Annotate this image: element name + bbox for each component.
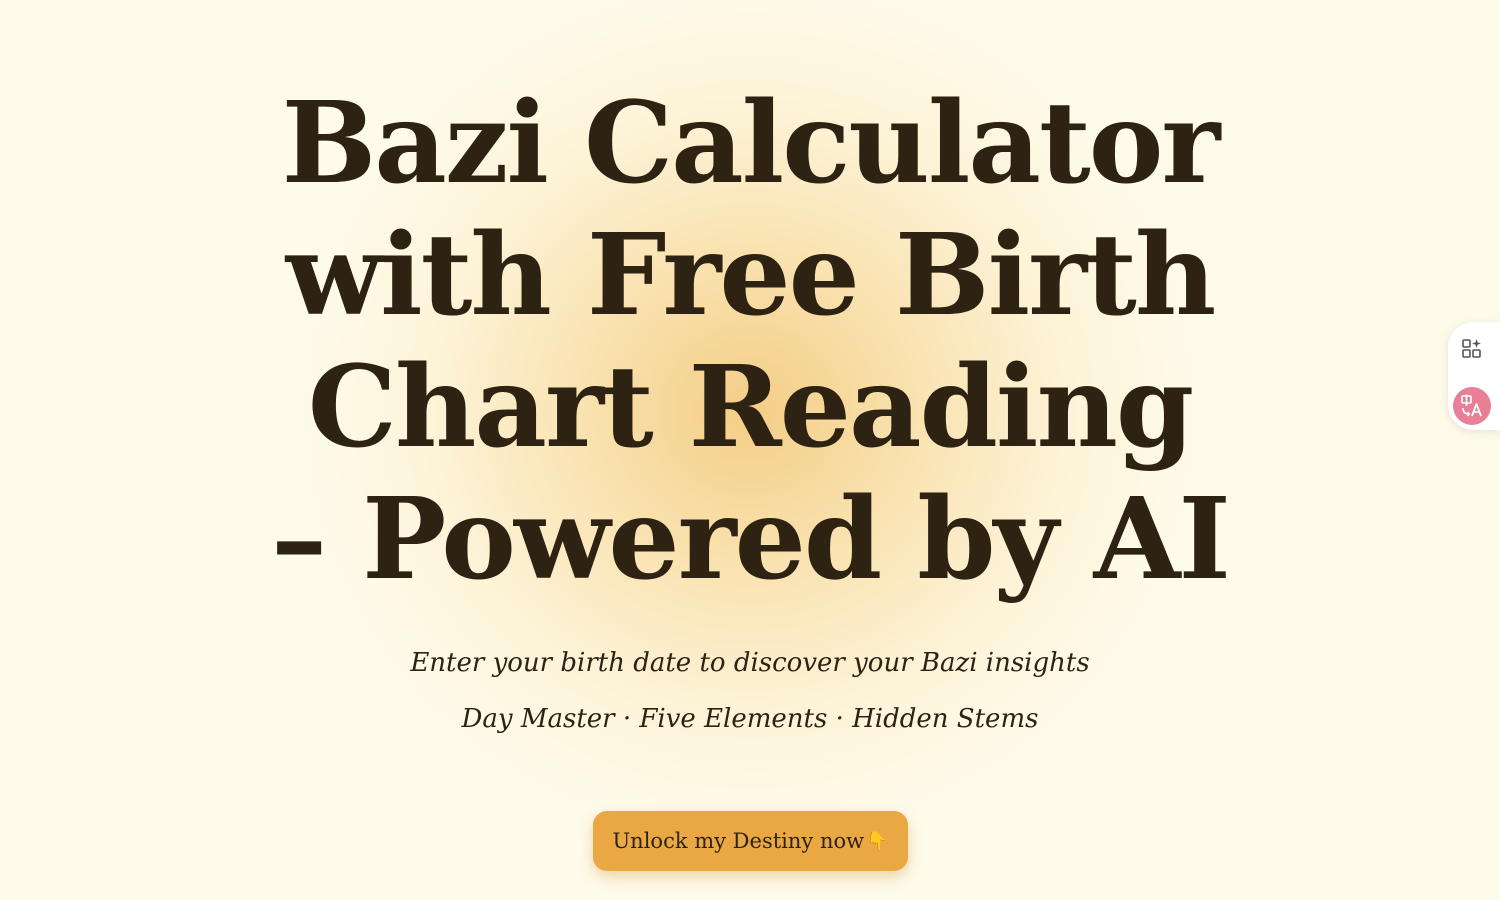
translate-icon	[1461, 394, 1482, 417]
title-line-4: – Powered by AI	[271, 474, 1231, 605]
subtitle: Enter your birth date to discover your B…	[410, 648, 1090, 678]
translate-button[interactable]	[1453, 387, 1491, 425]
pointing-down-icon: 👇	[866, 830, 889, 852]
title-line-3: Chart Reading	[307, 342, 1194, 473]
apps-sparkle-icon	[1462, 339, 1481, 358]
hero-section: Bazi Calculator with Free Birth Chart Re…	[0, 78, 1500, 606]
title-line-1: Bazi Calculator	[281, 78, 1221, 209]
unlock-destiny-button[interactable]: Unlock my Destiny now 👇	[593, 811, 908, 871]
apps-sparkle-button[interactable]	[1453, 329, 1491, 367]
side-toolbar	[1448, 322, 1500, 430]
page-title: Bazi Calculator with Free Birth Chart Re…	[200, 78, 1300, 606]
feature-list: Day Master · Five Elements · Hidden Stem…	[461, 704, 1039, 734]
title-line-2: with Free Birth	[285, 210, 1217, 341]
cta-label: Unlock my Destiny now	[612, 829, 865, 853]
